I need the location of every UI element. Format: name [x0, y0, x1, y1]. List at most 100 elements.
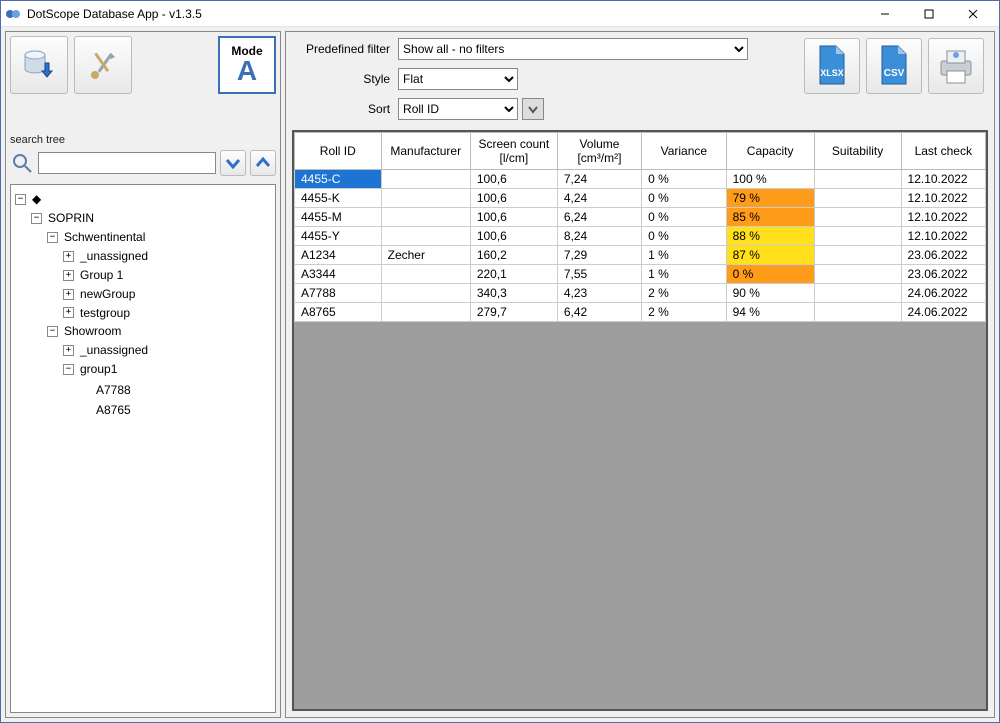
col-header-last-check[interactable]: Last check	[901, 133, 985, 170]
cell-manufacturer[interactable]	[381, 303, 470, 322]
cell-variance[interactable]: 1 %	[642, 265, 727, 284]
tree-node[interactable]: +_unassigned	[63, 248, 148, 265]
cell-suitability[interactable]	[814, 303, 901, 322]
cell-last-check[interactable]: 23.06.2022	[901, 265, 985, 284]
tree-toggle[interactable]: −	[15, 194, 26, 205]
tree-toggle[interactable]: +	[63, 251, 74, 262]
cell-volume[interactable]: 6,42	[557, 303, 641, 322]
cell-volume[interactable]: 4,24	[557, 189, 641, 208]
cell-capacity[interactable]: 94 %	[726, 303, 814, 322]
cell-roll-id[interactable]: 4455-C	[295, 170, 382, 189]
cell-manufacturer[interactable]	[381, 208, 470, 227]
tree-node[interactable]: +testgroup	[63, 305, 130, 322]
cell-screen-count[interactable]: 100,6	[470, 170, 557, 189]
cell-screen-count[interactable]: 279,7	[470, 303, 557, 322]
sort-select[interactable]: Roll ID	[398, 98, 518, 120]
close-button[interactable]	[951, 2, 995, 26]
tree-leaf[interactable]: A8765	[79, 402, 131, 419]
col-header-screen-count[interactable]: Screen count [l/cm]	[470, 133, 557, 170]
cell-suitability[interactable]	[814, 246, 901, 265]
tree-toggle[interactable]: +	[63, 345, 74, 356]
tree-node-schwentinental[interactable]: −Schwentinental	[47, 229, 145, 246]
cell-capacity[interactable]: 88 %	[726, 227, 814, 246]
tree-toggle[interactable]: −	[63, 364, 74, 375]
cell-last-check[interactable]: 23.06.2022	[901, 246, 985, 265]
search-prev-button[interactable]	[250, 150, 276, 176]
cell-manufacturer[interactable]	[381, 265, 470, 284]
cell-volume[interactable]: 4,23	[557, 284, 641, 303]
cell-screen-count[interactable]: 100,6	[470, 227, 557, 246]
table-row[interactable]: A8765279,76,422 %94 %24.06.2022	[295, 303, 986, 322]
cell-suitability[interactable]	[814, 170, 901, 189]
cell-variance[interactable]: 2 %	[642, 303, 727, 322]
table-row[interactable]: 4455-Y 100,68,240 %88 % 12.10.2022	[295, 227, 986, 246]
cell-volume[interactable]: 7,55	[557, 265, 641, 284]
tree-toggle[interactable]: +	[63, 307, 74, 318]
cell-variance[interactable]: 2 %	[642, 284, 727, 303]
table-row[interactable]: A3344 220,17,551 %0 % 23.06.2022	[295, 265, 986, 284]
cell-suitability[interactable]	[814, 227, 901, 246]
cell-variance[interactable]: 0 %	[642, 227, 727, 246]
tree-toggle[interactable]: −	[47, 232, 58, 243]
tree-toggle[interactable]: −	[47, 326, 58, 337]
print-button[interactable]	[928, 38, 984, 94]
cell-variance[interactable]: 1 %	[642, 246, 727, 265]
col-header-volume[interactable]: Volume [cm³/m²]	[557, 133, 641, 170]
cell-screen-count[interactable]: 100,6	[470, 189, 557, 208]
style-select[interactable]: Flat	[398, 68, 518, 90]
cell-manufacturer[interactable]	[381, 170, 470, 189]
col-header-manufacturer[interactable]: Manufacturer	[381, 133, 470, 170]
cell-last-check[interactable]: 12.10.2022	[901, 208, 985, 227]
export-xlsx-button[interactable]: XLSX	[804, 38, 860, 94]
table-row[interactable]: A1234Zecher160,27,291 %87 %23.06.2022	[295, 246, 986, 265]
cell-suitability[interactable]	[814, 208, 901, 227]
cell-roll-id[interactable]: 4455-K	[295, 189, 382, 208]
tree-node-group1[interactable]: −group1	[63, 361, 117, 378]
cell-variance[interactable]: 0 %	[642, 170, 727, 189]
predef-filter-select[interactable]: Show all - no filters	[398, 38, 748, 60]
cell-volume[interactable]: 8,24	[557, 227, 641, 246]
table-row[interactable]: 4455-C100,67,240 %100 %12.10.2022	[295, 170, 986, 189]
cell-screen-count[interactable]: 220,1	[470, 265, 557, 284]
col-header-suitability[interactable]: Suitability	[814, 133, 901, 170]
cell-roll-id[interactable]: A7788	[295, 284, 382, 303]
col-header-capacity[interactable]: Capacity	[726, 133, 814, 170]
mode-indicator[interactable]: Mode A	[218, 36, 276, 94]
cell-last-check[interactable]: 12.10.2022	[901, 227, 985, 246]
tree-node-soprin[interactable]: −SOPRIN	[31, 210, 94, 227]
tree-toggle[interactable]: −	[31, 213, 42, 224]
cell-variance[interactable]: 0 %	[642, 189, 727, 208]
cell-capacity[interactable]: 100 %	[726, 170, 814, 189]
cell-roll-id[interactable]: 4455-Y	[295, 227, 382, 246]
cell-last-check[interactable]: 24.06.2022	[901, 303, 985, 322]
cell-volume[interactable]: 7,29	[557, 246, 641, 265]
settings-button[interactable]	[74, 36, 132, 94]
cell-screen-count[interactable]: 340,3	[470, 284, 557, 303]
table-row[interactable]: A7788 340,34,232 %90 % 24.06.2022	[295, 284, 986, 303]
cell-roll-id[interactable]: 4455-M	[295, 208, 382, 227]
col-header-roll-id[interactable]: Roll ID	[295, 133, 382, 170]
cell-last-check[interactable]: 24.06.2022	[901, 284, 985, 303]
cell-manufacturer[interactable]	[381, 227, 470, 246]
cell-last-check[interactable]: 12.10.2022	[901, 170, 985, 189]
tree-toggle[interactable]: +	[63, 289, 74, 300]
maximize-button[interactable]	[907, 2, 951, 26]
cell-suitability[interactable]	[814, 265, 901, 284]
cell-capacity[interactable]: 0 %	[726, 265, 814, 284]
cell-manufacturer[interactable]: Zecher	[381, 246, 470, 265]
cell-capacity[interactable]: 85 %	[726, 208, 814, 227]
cell-screen-count[interactable]: 100,6	[470, 208, 557, 227]
cell-roll-id[interactable]: A3344	[295, 265, 382, 284]
tree-toggle[interactable]: +	[63, 270, 74, 281]
cell-capacity[interactable]: 90 %	[726, 284, 814, 303]
cell-capacity[interactable]: 87 %	[726, 246, 814, 265]
tree-view[interactable]: −◆ −SOPRIN −Schwentinental +_unassigned	[10, 184, 276, 713]
data-grid[interactable]: Roll ID Manufacturer Screen count [l/cm]…	[294, 132, 986, 322]
tree-node[interactable]: +_unassigned	[63, 342, 148, 359]
cell-last-check[interactable]: 12.10.2022	[901, 189, 985, 208]
tree-leaf[interactable]: A7788	[79, 382, 131, 399]
cell-manufacturer[interactable]	[381, 284, 470, 303]
tree-node-showroom[interactable]: −Showroom	[47, 323, 121, 340]
search-input[interactable]	[38, 152, 216, 174]
cell-suitability[interactable]	[814, 284, 901, 303]
